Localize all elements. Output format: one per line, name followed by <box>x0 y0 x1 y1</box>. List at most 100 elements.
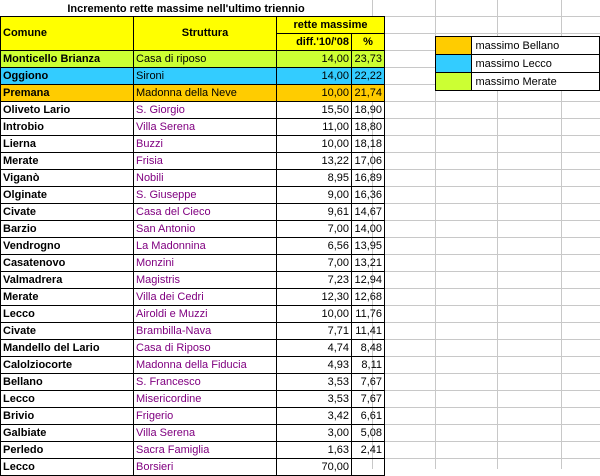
cell-pct[interactable]: 7,67 <box>351 373 385 391</box>
cell-struttura[interactable]: Brambilla-Nava <box>133 322 277 340</box>
cell-comune[interactable]: Mandello del Lario <box>0 339 134 357</box>
cell-diff[interactable]: 7,00 <box>276 254 352 272</box>
cell-diff[interactable]: 15,50 <box>276 101 352 119</box>
cell-comune[interactable]: Civate <box>0 322 134 340</box>
cell-pct[interactable] <box>351 458 385 476</box>
cell-struttura[interactable]: Villa Serena <box>133 424 277 442</box>
legend-label[interactable]: massimo Bellano <box>471 36 600 55</box>
cell-diff[interactable]: 3,42 <box>276 407 352 425</box>
cell-struttura[interactable]: San Antonio <box>133 220 277 238</box>
cell-comune[interactable]: Viganò <box>0 169 134 187</box>
cell-diff[interactable]: 3,53 <box>276 390 352 408</box>
cell-struttura[interactable]: S. Giuseppe <box>133 186 277 204</box>
cell-diff[interactable]: 7,23 <box>276 271 352 289</box>
cell-comune[interactable]: Valmadrera <box>0 271 134 289</box>
cell-diff[interactable]: 9,00 <box>276 186 352 204</box>
cell-pct[interactable]: 6,61 <box>351 407 385 425</box>
cell-pct[interactable]: 2,41 <box>351 441 385 459</box>
cell-diff[interactable]: 11,00 <box>276 118 352 136</box>
header-rette[interactable]: rette massime <box>276 16 385 34</box>
cell-struttura[interactable]: Madonna della Fiducia <box>133 356 277 374</box>
sheet-title[interactable]: Incremento rette massime nell'ultimo tri… <box>0 2 372 16</box>
cell-pct[interactable]: 12,94 <box>351 271 385 289</box>
cell-diff[interactable]: 70,00 <box>276 458 352 476</box>
cell-diff[interactable]: 3,00 <box>276 424 352 442</box>
cell-pct[interactable]: 14,00 <box>351 220 385 238</box>
cell-struttura[interactable]: Frisia <box>133 152 277 170</box>
cell-pct[interactable]: 11,41 <box>351 322 385 340</box>
cell-struttura[interactable]: Airoldi e Muzzi <box>133 305 277 323</box>
cell-comune[interactable]: Olginate <box>0 186 134 204</box>
cell-comune[interactable]: Oggiono <box>0 67 134 85</box>
cell-struttura[interactable]: Monzini <box>133 254 277 272</box>
cell-pct[interactable]: 21,74 <box>351 84 385 102</box>
cell-pct[interactable]: 18,18 <box>351 135 385 153</box>
cell-diff[interactable]: 4,74 <box>276 339 352 357</box>
header-comune[interactable]: Comune <box>0 16 134 51</box>
cell-comune[interactable]: Premana <box>0 84 134 102</box>
cell-comune[interactable]: Calolziocorte <box>0 356 134 374</box>
cell-diff[interactable]: 14,00 <box>276 50 352 68</box>
cell-comune[interactable]: Lierna <box>0 135 134 153</box>
cell-diff[interactable]: 1,63 <box>276 441 352 459</box>
cell-pct[interactable]: 18,80 <box>351 118 385 136</box>
cell-comune[interactable]: Perledo <box>0 441 134 459</box>
cell-struttura[interactable]: Nobili <box>133 169 277 187</box>
cell-comune[interactable]: Civate <box>0 203 134 221</box>
cell-diff[interactable]: 6,56 <box>276 237 352 255</box>
cell-pct[interactable]: 14,67 <box>351 203 385 221</box>
cell-comune[interactable]: Vendrogno <box>0 237 134 255</box>
cell-struttura[interactable]: Frigerio <box>133 407 277 425</box>
cell-comune[interactable]: Introbio <box>0 118 134 136</box>
cell-comune[interactable]: Lecco <box>0 305 134 323</box>
header-struttura[interactable]: Struttura <box>133 16 277 51</box>
header-diff[interactable]: diff.'10/'08 <box>276 33 352 51</box>
legend-swatch[interactable] <box>434 36 473 55</box>
cell-struttura[interactable]: Madonna della Neve <box>133 84 277 102</box>
cell-comune[interactable]: Brivio <box>0 407 134 425</box>
cell-pct[interactable]: 8,48 <box>351 339 385 357</box>
cell-diff[interactable]: 8,95 <box>276 169 352 187</box>
legend-swatch[interactable] <box>434 72 473 91</box>
cell-struttura[interactable]: Casa di Riposo <box>133 339 277 357</box>
cell-struttura[interactable]: S. Francesco <box>133 373 277 391</box>
cell-comune[interactable]: Merate <box>0 288 134 306</box>
cell-struttura[interactable]: Sironi <box>133 67 277 85</box>
cell-comune[interactable]: Galbiate <box>0 424 134 442</box>
cell-diff[interactable]: 7,00 <box>276 220 352 238</box>
cell-struttura[interactable]: Villa dei Cedri <box>133 288 277 306</box>
cell-comune[interactable]: Oliveto Lario <box>0 101 134 119</box>
cell-comune[interactable]: Barzio <box>0 220 134 238</box>
cell-struttura[interactable]: Magistris <box>133 271 277 289</box>
cell-struttura[interactable]: Casa del Cieco <box>133 203 277 221</box>
cell-pct[interactable]: 22,22 <box>351 67 385 85</box>
cell-comune[interactable]: Merate <box>0 152 134 170</box>
cell-diff[interactable]: 12,30 <box>276 288 352 306</box>
cell-diff[interactable]: 14,00 <box>276 67 352 85</box>
cell-pct[interactable]: 16,36 <box>351 186 385 204</box>
cell-pct[interactable]: 8,11 <box>351 356 385 374</box>
cell-pct[interactable]: 11,76 <box>351 305 385 323</box>
cell-diff[interactable]: 10,00 <box>276 135 352 153</box>
cell-diff[interactable]: 10,00 <box>276 305 352 323</box>
cell-struttura[interactable]: Borsieri <box>133 458 277 476</box>
cell-diff[interactable]: 4,93 <box>276 356 352 374</box>
cell-pct[interactable]: 23,73 <box>351 50 385 68</box>
cell-struttura[interactable]: Buzzi <box>133 135 277 153</box>
cell-diff[interactable]: 10,00 <box>276 84 352 102</box>
cell-diff[interactable]: 9,61 <box>276 203 352 221</box>
cell-comune[interactable]: Bellano <box>0 373 134 391</box>
cell-struttura[interactable]: S. Giorgio <box>133 101 277 119</box>
cell-struttura[interactable]: Misericordine <box>133 390 277 408</box>
cell-struttura[interactable]: Casa di riposo <box>133 50 277 68</box>
cell-diff[interactable]: 7,71 <box>276 322 352 340</box>
cell-pct[interactable]: 12,68 <box>351 288 385 306</box>
cell-diff[interactable]: 3,53 <box>276 373 352 391</box>
cell-pct[interactable]: 18,90 <box>351 101 385 119</box>
cell-pct[interactable]: 13,21 <box>351 254 385 272</box>
cell-comune[interactable]: Casatenovo <box>0 254 134 272</box>
cell-comune[interactable]: Lecco <box>0 458 134 476</box>
cell-pct[interactable]: 5,08 <box>351 424 385 442</box>
cell-pct[interactable]: 13,95 <box>351 237 385 255</box>
legend-swatch[interactable] <box>434 54 473 73</box>
